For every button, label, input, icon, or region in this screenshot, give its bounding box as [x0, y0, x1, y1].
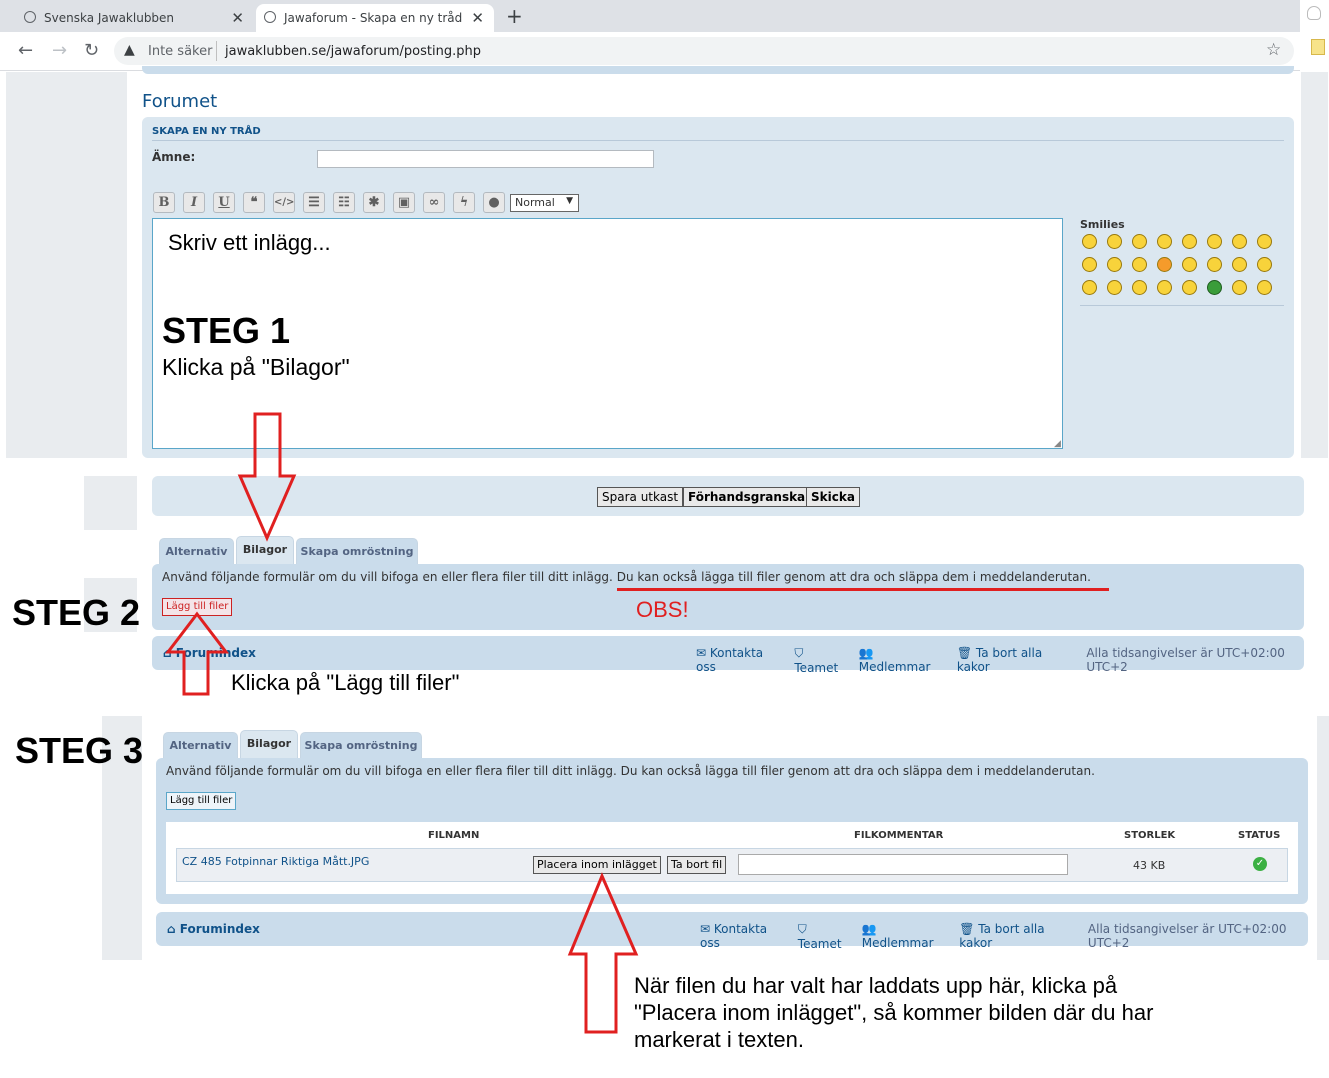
- arrow-down-step1: [237, 412, 297, 542]
- arrow-up-step2: [164, 611, 230, 696]
- annotation-arrows: [164, 412, 639, 1034]
- arrow-up-step3: [567, 872, 639, 1034]
